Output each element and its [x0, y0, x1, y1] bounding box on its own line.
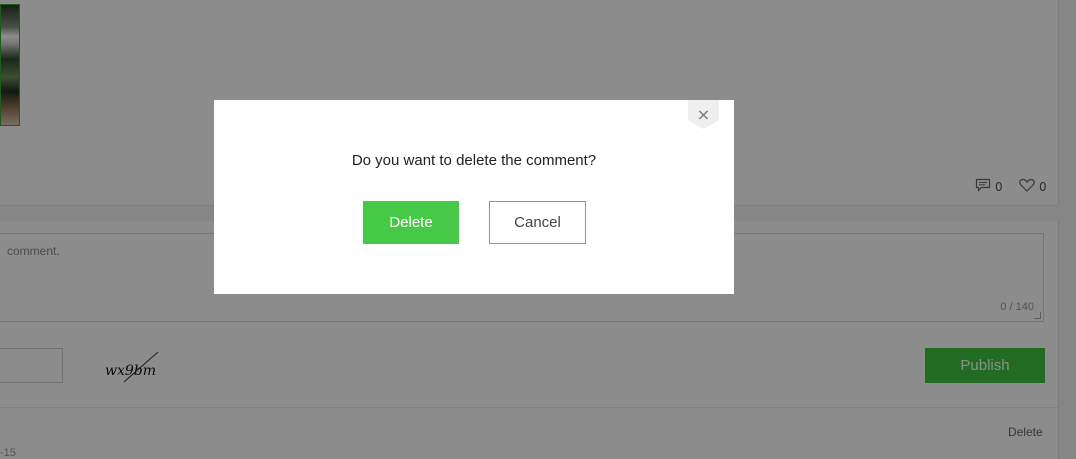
delete-comment-dialog: × Do you want to delete the comment? Del…	[214, 100, 734, 294]
confirm-delete-button[interactable]: Delete	[363, 201, 459, 244]
close-icon[interactable]: ×	[688, 100, 719, 129]
dialog-message: Do you want to delete the comment?	[351, 152, 597, 169]
cancel-button[interactable]: Cancel	[489, 201, 586, 244]
